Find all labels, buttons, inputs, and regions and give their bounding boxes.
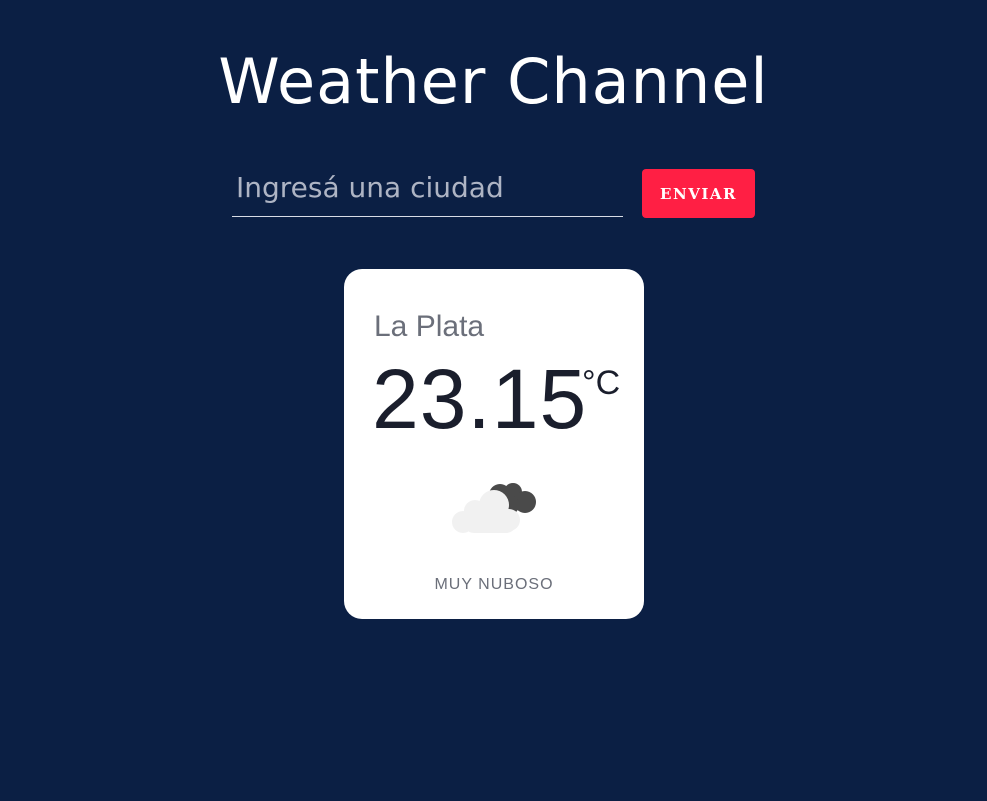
search-form: ENVIAR <box>232 166 755 219</box>
city-input[interactable] <box>232 166 623 217</box>
send-button[interactable]: ENVIAR <box>642 169 755 218</box>
weather-card: La Plata 23.15 °C MUY NUBOSO <box>344 269 644 619</box>
page-title: Weather Channel <box>218 45 769 118</box>
weather-description: MUY NUBOSO <box>434 576 554 593</box>
temperature-unit: °C <box>582 364 621 402</box>
broken-clouds-icon <box>452 483 536 533</box>
city-name: La Plata <box>374 310 485 343</box>
weather-page: Weather Channel ENVIAR La Plata 23.15 °C <box>0 0 987 801</box>
temperature-value: 23.15 <box>372 352 588 446</box>
